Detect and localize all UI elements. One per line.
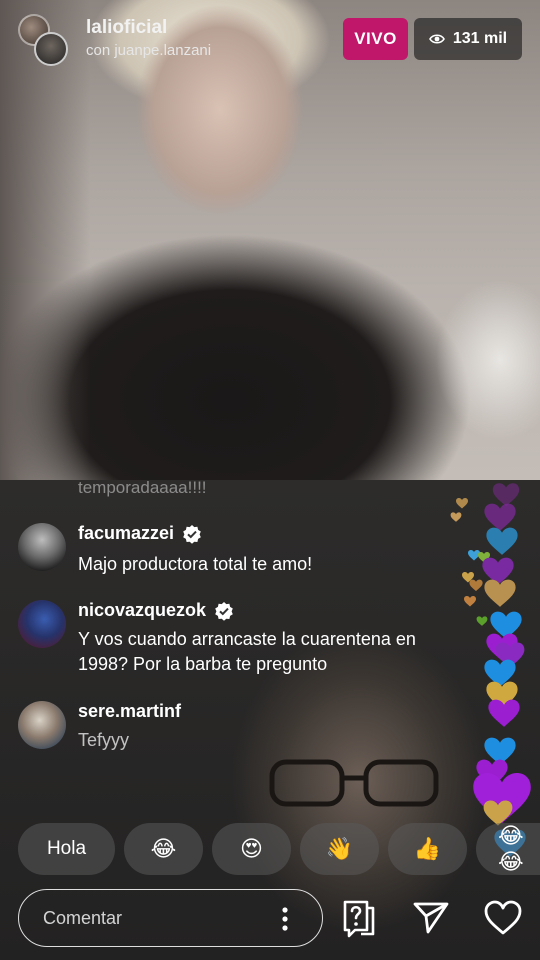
commenter-avatar[interactable] [18, 600, 66, 648]
guest-avatar[interactable] [34, 32, 68, 66]
heart-icon [486, 527, 518, 555]
verified-icon [215, 601, 233, 621]
heart-icon [464, 596, 476, 607]
comment-input[interactable]: Comentar [18, 889, 323, 947]
comment-username[interactable]: facumazzei [78, 523, 202, 544]
more-icon[interactable] [281, 906, 289, 932]
quick-reply-thumbs-up[interactable]: 👍 [388, 823, 467, 875]
host-username[interactable]: lalioficial [86, 17, 167, 39]
comment-username[interactable]: nicovazquezok [78, 600, 234, 621]
question-button[interactable] [336, 895, 382, 941]
live-header: lalioficial con juanpe.lanzani VIVO 131 … [0, 0, 540, 80]
quick-reply-heart-eyes[interactable]: 😍 [212, 823, 291, 875]
heart-icon [484, 579, 516, 607]
floating-hearts [450, 483, 531, 857]
eye-icon [428, 34, 445, 44]
quick-reply-laugh[interactable]: 😂 [124, 823, 203, 875]
heart-icon [476, 616, 488, 626]
pillow [420, 260, 540, 460]
viewer-count: 131 mil [452, 30, 508, 47]
comment-text: Tefyyy [78, 730, 130, 750]
heart-icon [492, 483, 520, 507]
question-icon [343, 900, 375, 938]
heart-icon [484, 900, 522, 935]
quick-reply-hola[interactable]: Hola [18, 823, 115, 875]
commenter-avatar[interactable] [18, 523, 66, 571]
comment-placeholder: Comentar [43, 908, 123, 928]
faded-comment: temporadaaaa!!!! [78, 478, 207, 497]
send-button[interactable] [408, 895, 454, 941]
like-button[interactable] [480, 895, 526, 941]
glasses-shape [269, 759, 439, 807]
heart-icon [450, 512, 462, 522]
quick-reply-wave[interactable]: 👋 [300, 823, 379, 875]
comment-username[interactable]: sere.martinf [78, 701, 181, 722]
send-icon [413, 902, 449, 934]
comment-text: Y vos cuando arrancaste la cuarentena en… [78, 629, 416, 674]
guest-line[interactable]: con juanpe.lanzani [86, 42, 211, 59]
live-badge: VIVO [343, 18, 408, 60]
heart-icon [469, 579, 483, 592]
viewer-count-badge[interactable]: 131 mil [414, 18, 522, 60]
heart-icon [484, 503, 516, 531]
verified-icon [183, 524, 201, 544]
commenter-avatar[interactable] [18, 701, 66, 749]
quick-reply-laugh-double[interactable]: 😂😂 [476, 823, 540, 875]
comment-text: Majo productora total te amo! [78, 554, 313, 574]
heart-icon [456, 498, 468, 509]
